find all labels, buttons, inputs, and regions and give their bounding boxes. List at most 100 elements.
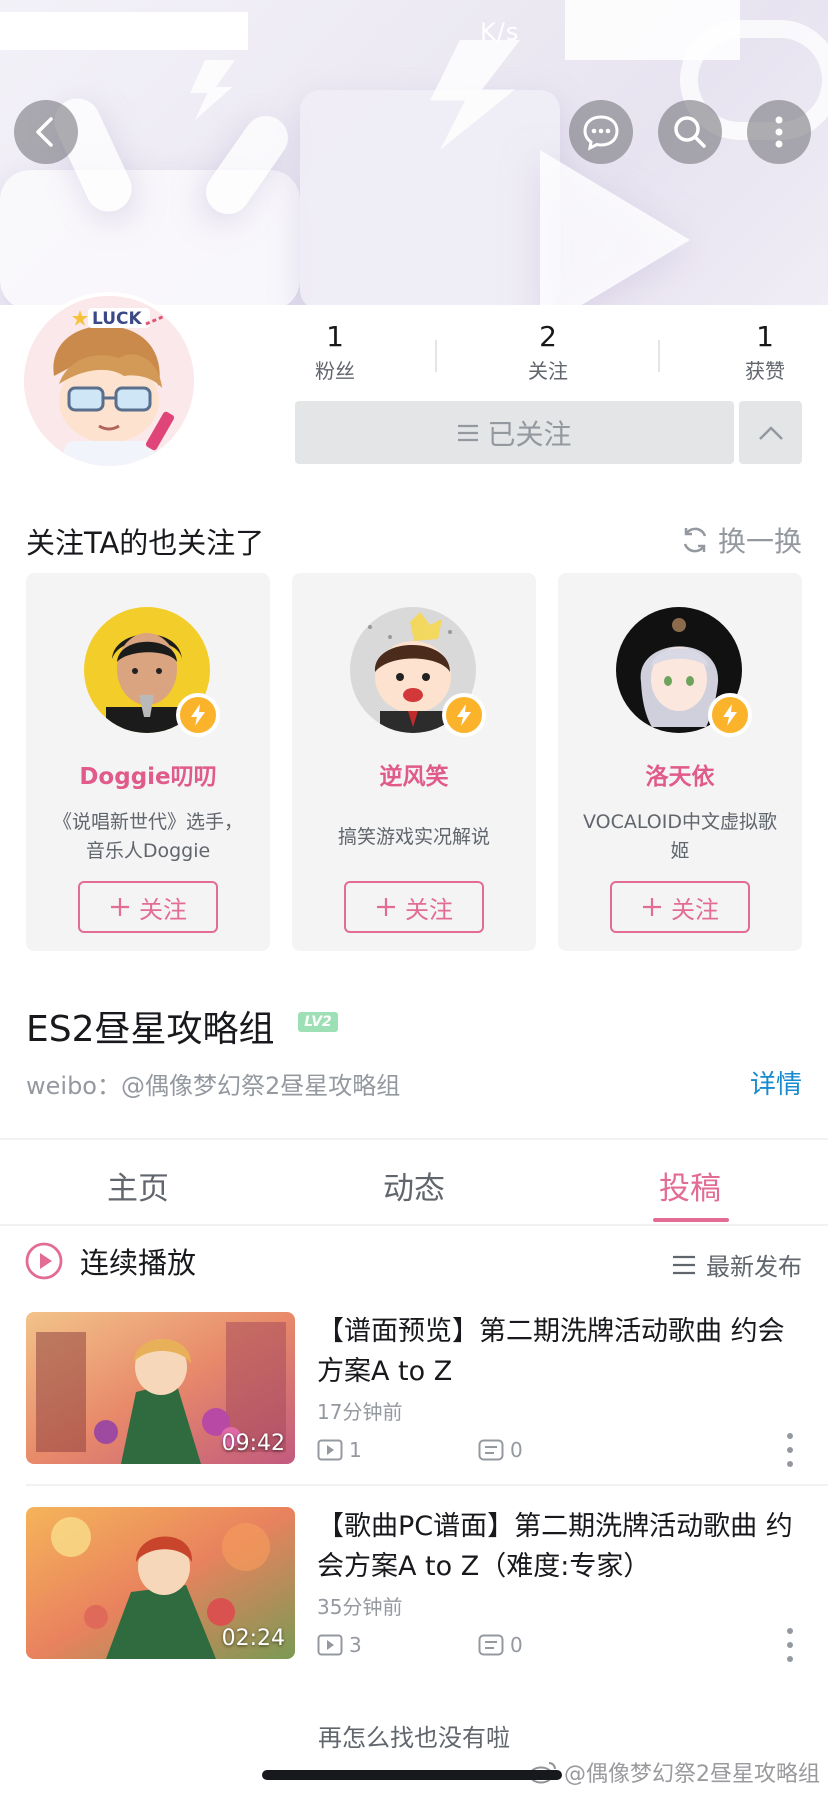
- refresh-icon: [683, 527, 707, 553]
- search-button[interactable]: [658, 100, 722, 164]
- avatar-illustration: LUCK: [24, 296, 194, 466]
- active-tab-indicator: [653, 1218, 729, 1222]
- stat-label: 粉丝: [315, 359, 355, 383]
- comment-count-value: 0: [510, 1633, 523, 1657]
- collapse-recommend-button[interactable]: [739, 401, 802, 464]
- user-display-name: ES2昼星攻略组: [26, 1009, 275, 1050]
- home-indicator[interactable]: [262, 1770, 562, 1780]
- sort-label: 最新发布: [706, 1253, 802, 1281]
- divider: [0, 1224, 828, 1226]
- comment-count-value: 0: [510, 1438, 523, 1462]
- play-all-label: 连续播放: [80, 1246, 197, 1280]
- stat-following[interactable]: 2 关注: [488, 320, 608, 384]
- video-thumbnail[interactable]: 09:42: [26, 1312, 295, 1464]
- play-count-value: 3: [349, 1633, 362, 1657]
- recommend-title: 关注TA的也关注了: [26, 526, 265, 560]
- user-name[interactable]: Doggie叨叨: [26, 757, 270, 791]
- follow-label: 关注: [139, 895, 187, 924]
- stat-value: 2: [539, 320, 557, 353]
- comment-count: 0: [478, 1438, 523, 1462]
- back-button[interactable]: [14, 100, 78, 164]
- list-icon: [673, 1255, 695, 1274]
- avatar[interactable]: LUCK: [20, 292, 198, 470]
- profile-stats: 1 粉丝 2 关注 1 获赞: [280, 320, 810, 383]
- more-vertical-icon[interactable]: [780, 1430, 800, 1470]
- play-count: 3: [317, 1633, 362, 1657]
- comment-count: 0: [478, 1633, 523, 1657]
- comment-icon: [478, 1439, 504, 1461]
- followed-label: 已关注: [487, 417, 572, 451]
- stat-label: 关注: [528, 359, 568, 383]
- message-icon: [583, 115, 619, 151]
- stat-label: 获赞: [745, 359, 785, 383]
- play-count-icon: [317, 1634, 343, 1656]
- follow-button[interactable]: 关注: [610, 881, 750, 933]
- watermark-text: @偶像梦幻祭2昼星攻略组: [564, 1762, 820, 1787]
- more-button[interactable]: [747, 100, 811, 164]
- more-vertical-icon: [775, 116, 783, 148]
- user-desc: 搞笑游戏实况解说: [337, 825, 490, 848]
- search-icon: [674, 116, 706, 148]
- followed-button[interactable]: 已关注: [295, 401, 734, 464]
- end-of-list-text: 再怎么找也没有啦: [318, 1724, 510, 1752]
- divider: [658, 340, 660, 372]
- menu-lines-icon: [458, 424, 479, 441]
- sort-button[interactable]: 最新发布: [672, 1247, 802, 1282]
- lightning-icon: [191, 704, 205, 726]
- lightning-icon: [723, 704, 737, 726]
- video-duration: 09:42: [221, 1431, 285, 1456]
- play-count: 1: [317, 1438, 362, 1462]
- stat-value: 1: [756, 320, 774, 353]
- recommend-card[interactable]: Doggie叨叨 《说唱新世代》选手，音乐人Doggie 关注: [26, 573, 270, 951]
- video-item[interactable]: 09:42 【谱面预览】第二期洗牌活动歌曲 约会方案A to Z 17分钟前 1…: [0, 1312, 828, 1492]
- divider: [0, 1138, 828, 1140]
- lightning-icon: [457, 704, 471, 726]
- recommend-card[interactable]: 逆风笑 搞笑游戏实况解说 关注: [292, 573, 536, 951]
- status-bar-mask: [0, 12, 248, 50]
- divider: [26, 1484, 828, 1486]
- video-item[interactable]: 02:24 【歌曲PC谱面】第二期洗牌活动歌曲 约会方案A to Z（难度:专家…: [0, 1507, 828, 1687]
- watermark: @偶像梦幻祭2昼星攻略组: [528, 1756, 820, 1788]
- play-circle-icon: [25, 1242, 63, 1280]
- follow-button[interactable]: 关注: [344, 881, 484, 933]
- divider: [435, 340, 437, 372]
- message-button[interactable]: [569, 100, 633, 164]
- avatar-luck-text: LUCK: [92, 309, 143, 329]
- follow-label: 关注: [671, 895, 719, 924]
- chevron-up-icon: [758, 425, 783, 440]
- refresh-button[interactable]: 换一换: [680, 520, 802, 560]
- user-desc: 《说唱新世代》选手，音乐人Doggie: [52, 811, 243, 862]
- user-name[interactable]: 逆风笑: [292, 757, 536, 791]
- verified-badge: [708, 693, 752, 737]
- network-speed: K/s: [480, 18, 520, 46]
- video-thumbnail[interactable]: 02:24: [26, 1507, 295, 1659]
- recommend-card[interactable]: 洛天依 VOCALOID中文虚拟歌姬 关注: [558, 573, 802, 951]
- plus-icon: [643, 898, 661, 916]
- comment-icon: [478, 1634, 504, 1656]
- user-bio: weibo：@偶像梦幻祭2昼星攻略组: [26, 1072, 401, 1100]
- play-all-button[interactable]: 连续播放: [24, 1240, 196, 1282]
- stat-fans[interactable]: 1 粉丝: [275, 320, 395, 384]
- stat-value: 1: [326, 320, 344, 353]
- tab-submissions[interactable]: 投稿: [590, 1163, 790, 1208]
- plus-icon: [377, 898, 395, 916]
- follow-button[interactable]: 关注: [78, 881, 218, 933]
- detail-link[interactable]: 详情: [750, 1064, 802, 1101]
- play-count-icon: [317, 1439, 343, 1461]
- more-vertical-icon[interactable]: [780, 1625, 800, 1665]
- back-icon: [36, 117, 53, 147]
- refresh-label: 换一换: [717, 525, 802, 558]
- verified-badge: [176, 693, 220, 737]
- video-duration: 02:24: [221, 1626, 285, 1651]
- tab-home[interactable]: 主页: [38, 1163, 238, 1208]
- status-bar-mask: [565, 0, 740, 60]
- tab-dynamic[interactable]: 动态: [314, 1163, 514, 1208]
- user-desc: VOCALOID中文虚拟歌姬: [583, 811, 777, 862]
- video-title[interactable]: 【歌曲PC谱面】第二期洗牌活动歌曲 约会方案A to Z（难度:专家）: [317, 1507, 797, 1587]
- video-title[interactable]: 【谱面预览】第二期洗牌活动歌曲 约会方案A to Z: [317, 1312, 797, 1392]
- video-time: 35分钟前: [317, 1595, 403, 1619]
- user-name[interactable]: 洛天依: [558, 757, 802, 791]
- level-badge: LV2: [298, 1012, 338, 1032]
- video-time: 17分钟前: [317, 1400, 403, 1424]
- stat-likes[interactable]: 1 获赞: [705, 320, 825, 384]
